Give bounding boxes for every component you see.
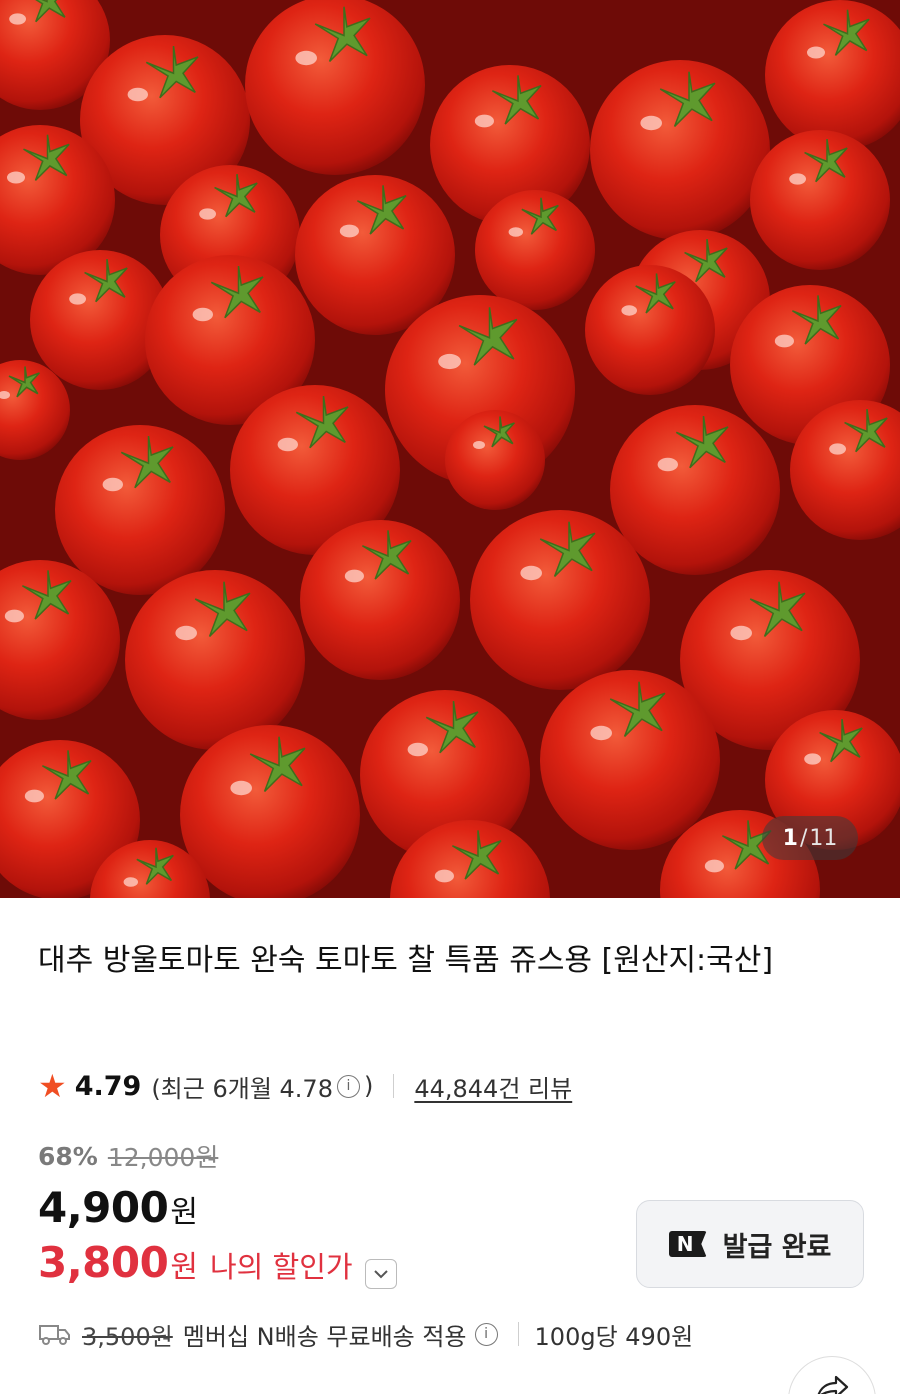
shipping-info-icon[interactable]: i: [474, 1322, 498, 1346]
my-price-label: 나의 할인가: [209, 1250, 353, 1284]
tomato: [445, 410, 545, 510]
tomato-highlight: [508, 227, 523, 237]
tomato-highlight: [407, 742, 428, 757]
tomato-highlight: [7, 171, 25, 184]
product-image-gallery[interactable]: 1 / 11: [0, 0, 900, 898]
tomato-highlight: [277, 437, 298, 452]
star-icon: ★: [38, 1067, 67, 1105]
tomato-highlight: [730, 625, 752, 641]
tomato-highlight: [621, 305, 637, 316]
tomato-highlight: [295, 50, 318, 66]
pager-separator: /: [799, 825, 808, 851]
tomato: [180, 725, 360, 898]
rating-row: ★ 4.79 (최근 6개월 4.78 i ) 44,844건 리뷰: [38, 1068, 572, 1104]
chevron-down-icon[interactable]: [364, 1259, 397, 1289]
coupon-issued-button[interactable]: N 발급 완료: [636, 1200, 864, 1288]
tomato-highlight: [640, 115, 662, 131]
rating-score: 4.79: [74, 1070, 142, 1102]
tomato-highlight: [704, 859, 725, 873]
tomato: [470, 510, 650, 690]
original-price: 12,000원: [107, 1143, 219, 1172]
tomato: [245, 0, 425, 175]
recent-rating: (최근 6개월 4.78: [151, 1074, 333, 1103]
coupon-label: 발급 완료: [722, 1231, 832, 1263]
truck-icon: [39, 1325, 70, 1345]
tomato-highlight: [127, 87, 148, 102]
tomato: [300, 520, 460, 680]
tomato-highlight: [829, 443, 846, 455]
tomato: [750, 130, 890, 270]
tomato-highlight: [520, 565, 542, 581]
tomato-highlight: [807, 46, 825, 59]
original-shipping-fee: 3,500원: [82, 1322, 173, 1351]
tomato-highlight: [657, 457, 678, 472]
review-count-link[interactable]: 44,844건 리뷰: [414, 1069, 572, 1104]
product-image: [0, 0, 900, 898]
tomato-highlight: [590, 725, 612, 741]
tomato: [590, 60, 770, 240]
my-price: 3,800: [38, 1238, 169, 1287]
tomato-highlight: [192, 307, 213, 322]
discount-rate: 68%: [38, 1141, 98, 1171]
tomato-highlight: [473, 441, 485, 449]
product-title: 대추 방울토마토 완숙 토마토 찰 특품 쥬스용 [원산지:국산]: [38, 943, 774, 978]
sale-price-row: 4,900 원: [38, 1183, 198, 1232]
my-price-row: 3,800 원 나의 할인가: [38, 1238, 397, 1289]
unit-price: 100g당 490원: [534, 1322, 694, 1351]
tomato-highlight: [230, 780, 252, 796]
tomato-highlight: [199, 208, 217, 220]
tomato-highlight: [4, 609, 24, 623]
sale-price: 4,900: [38, 1183, 169, 1232]
tomato: [585, 265, 715, 395]
tomato-highlight: [474, 114, 494, 128]
pager-current: 1: [782, 825, 798, 851]
tomato-highlight: [434, 869, 454, 883]
tomato-highlight: [102, 477, 124, 492]
tomato: [475, 190, 595, 310]
tomato-highlight: [804, 753, 821, 765]
tomato-highlight: [175, 625, 197, 641]
sale-price-currency: 원: [170, 1195, 198, 1230]
shipping-row: 3,500원 멤버십 N배송 무료배송 적용 i 100g당 490원: [38, 1316, 693, 1352]
original-price-row: 68% 12,000원: [38, 1138, 218, 1174]
divider: [517, 1322, 519, 1346]
shipping-benefit: 멤버십 N배송 무료배송 적용: [182, 1322, 467, 1351]
info-icon[interactable]: i: [336, 1074, 360, 1098]
tomato-highlight: [774, 334, 795, 348]
tomato: [55, 425, 225, 595]
tomato-highlight: [438, 353, 461, 370]
tomato-highlight: [789, 173, 806, 185]
tomato-highlight: [24, 789, 44, 803]
tomato-highlight: [344, 569, 364, 583]
share-icon: [817, 1375, 849, 1394]
tomato-highlight: [69, 293, 86, 305]
recent-rating-close: ): [363, 1072, 374, 1100]
product-info: 대추 방울토마토 완숙 토마토 찰 특품 쥬스용 [원산지:국산] ★ 4.79…: [0, 898, 900, 1394]
image-pager: 1 / 11: [762, 816, 858, 860]
tomato-highlight: [339, 224, 359, 238]
tomato-highlight: [123, 877, 138, 887]
tomato-highlight: [9, 13, 26, 25]
tomato: [610, 405, 780, 575]
my-price-currency: 원: [170, 1250, 198, 1285]
pager-total: 11: [809, 825, 838, 851]
divider: [393, 1074, 395, 1098]
share-button[interactable]: [788, 1356, 876, 1394]
tomato: [125, 570, 305, 750]
tomato: [540, 670, 720, 850]
naver-n-icon: N: [668, 1231, 707, 1257]
